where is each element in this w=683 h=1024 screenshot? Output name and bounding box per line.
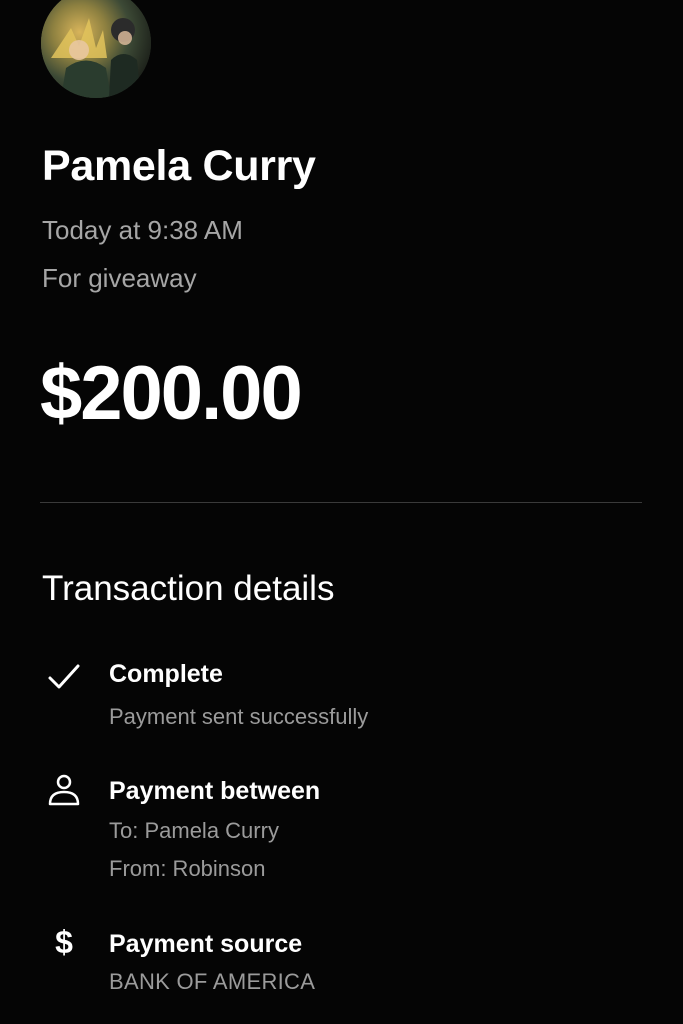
status-label: Complete xyxy=(109,660,223,688)
avatar[interactable] xyxy=(41,0,151,98)
payment-source-label: Payment source xyxy=(109,930,303,958)
transaction-time: Today at 9:38 AM xyxy=(42,215,243,245)
profile-photo-icon xyxy=(41,0,151,98)
divider xyxy=(40,502,642,503)
payment-to: To: Pamela Curry xyxy=(109,818,279,843)
payment-source-bank: BANK OF AMERICA xyxy=(109,969,316,994)
dollar-icon: $ xyxy=(55,923,73,960)
checkmark-icon xyxy=(44,657,84,697)
section-title: Transaction details xyxy=(42,569,335,608)
status-description: Payment sent successfully xyxy=(109,704,369,729)
person-icon xyxy=(44,770,84,810)
transaction-detail-screen: Pamela Curry Today at 9:38 AM For giveaw… xyxy=(0,0,683,1024)
payment-note: For giveaway xyxy=(42,263,197,293)
payment-from: From: Robinson xyxy=(109,856,266,881)
payment-amount: $200.00 xyxy=(40,351,303,436)
payment-between-label: Payment between xyxy=(109,777,321,805)
recipient-name: Pamela Curry xyxy=(42,142,316,190)
